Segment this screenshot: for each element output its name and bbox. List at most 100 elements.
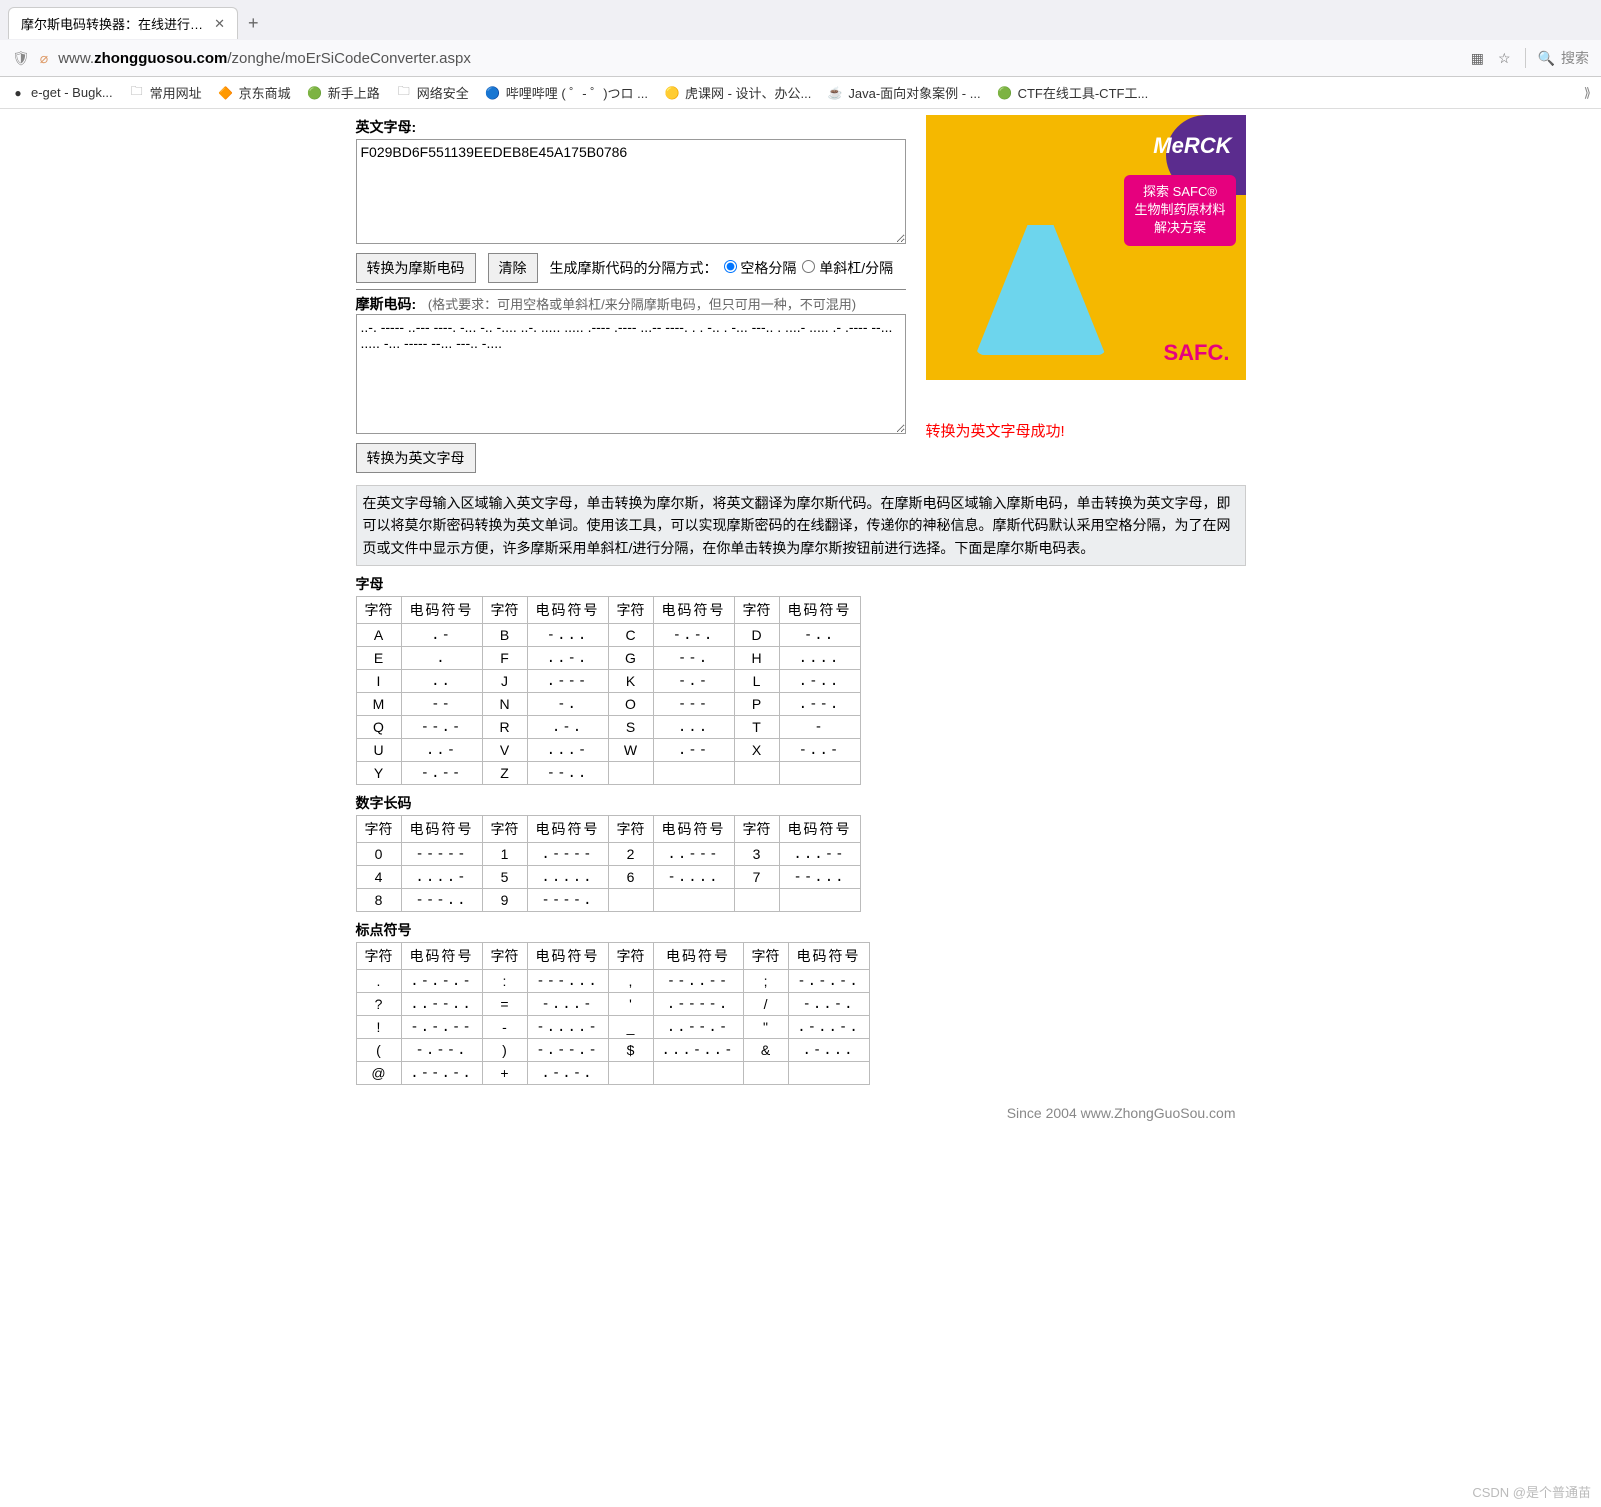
code-cell: -..- <box>779 739 860 762</box>
char-cell: , <box>608 970 653 993</box>
browser-chrome: 摩尔斯电码转换器：在线进行摩尔斯 ✕ + 🛡 ⌀ www.zhongguosou… <box>0 0 1601 77</box>
char-cell: 6 <box>608 866 653 889</box>
advertisement[interactable]: 广告✕ MeRCK 探索 SAFC® 生物制药原材料 解决方案 SAFC. <box>926 115 1246 380</box>
char-cell <box>734 889 779 912</box>
th-code: 电码符号 <box>779 597 860 624</box>
code-cell: .---- <box>527 843 608 866</box>
browser-search[interactable]: 🔍 搜索 <box>1525 48 1589 68</box>
char-cell: & <box>743 1039 788 1062</box>
th-code: 电码符号 <box>401 816 482 843</box>
code-cell: .-.. <box>779 670 860 693</box>
morse-input[interactable] <box>356 314 906 434</box>
code-cell: ---... <box>527 970 608 993</box>
tab-bar: 摩尔斯电码转换器：在线进行摩尔斯 ✕ + <box>0 0 1601 40</box>
table-row: ..-.-.-:---...,--..--;-.-.-. <box>356 970 869 993</box>
code-cell: -.-- <box>401 762 482 785</box>
char-cell: T <box>734 716 779 739</box>
char-cell <box>734 762 779 785</box>
code-cell <box>653 889 734 912</box>
char-cell: V <box>482 739 527 762</box>
ad-brand: MeRCK <box>1153 133 1231 159</box>
bookmarks-overflow-icon[interactable]: ⟫ <box>1584 85 1591 101</box>
new-tab-button[interactable]: + <box>248 13 259 34</box>
bookmark-label: 哔哩哔哩 ( ゜- ゜)つロ ... <box>506 83 648 102</box>
bookmark-item[interactable]: ●e-get - Bugk... <box>10 85 113 101</box>
ad-badge: 探索 SAFC® 生物制药原材料 解决方案 <box>1124 175 1235 246</box>
page-content: 英文字母: 转换为摩斯电码 清除 生成摩斯代码的分隔方式： 空格分隔 单斜杠/分… <box>356 109 1246 1147</box>
char-cell: ' <box>608 993 653 1016</box>
code-cell: --- <box>653 693 734 716</box>
english-label: 英文字母: <box>356 117 906 137</box>
code-cell: -...- <box>527 993 608 1016</box>
char-cell: + <box>482 1062 527 1085</box>
char-cell: 9 <box>482 889 527 912</box>
letters-table: 字符电码符号字符电码符号字符电码符号字符电码符号A.-B-...C-.-.D-.… <box>356 596 861 785</box>
bookmark-item[interactable]: 🟡虎课网 - 设计、办公... <box>664 83 811 102</box>
to-english-button[interactable]: 转换为英文字母 <box>356 443 476 473</box>
favicon-icon: 🔵 <box>485 85 501 101</box>
code-cell: .. <box>401 670 482 693</box>
morse-label: 摩斯电码: <box>356 296 417 312</box>
char-cell: ( <box>356 1039 401 1062</box>
sep-slash-option[interactable]: 单斜杠/分隔 <box>802 258 893 278</box>
code-cell: -.... <box>653 866 734 889</box>
table-row: U..-V...-W.--X-..- <box>356 739 860 762</box>
char-cell: F <box>482 647 527 670</box>
th-code: 电码符号 <box>401 943 482 970</box>
bookmark-item[interactable]: 🗀常用网址 <box>129 83 202 102</box>
char-cell <box>608 889 653 912</box>
format-hint: (格式要求：可用空格或单斜杠/来分隔摩斯电码，但只可用一种，不可混用) <box>428 297 856 312</box>
code-cell: .--. <box>779 693 860 716</box>
code-cell <box>653 1062 743 1085</box>
th-code: 电码符号 <box>653 597 734 624</box>
code-cell <box>779 762 860 785</box>
bookmark-label: 虎课网 - 设计、办公... <box>685 83 811 102</box>
shield-icon[interactable]: 🛡 <box>12 50 30 67</box>
table-row: 8---..9----. <box>356 889 860 912</box>
th-code: 电码符号 <box>527 816 608 843</box>
bookmark-item[interactable]: 🗀网络安全 <box>396 83 469 102</box>
code-cell: .--.-. <box>401 1062 482 1085</box>
char-cell: L <box>734 670 779 693</box>
th-code: 电码符号 <box>527 597 608 624</box>
folder-icon: 🗀 <box>129 85 145 101</box>
bookmark-star-icon[interactable]: ☆ <box>1498 50 1511 67</box>
bookmark-item[interactable]: 🟢CTF在线工具-CTF工... <box>997 83 1149 102</box>
url-display[interactable]: www.zhongguosou.com/zonghe/moErSiCodeCon… <box>58 50 1461 67</box>
address-bar: 🛡 ⌀ www.zhongguosou.com/zonghe/moErSiCod… <box>0 40 1601 76</box>
clear-button[interactable]: 清除 <box>488 253 538 283</box>
bookmark-item[interactable]: 🔶京东商城 <box>218 83 291 102</box>
bookmark-item[interactable]: ☕Java-面向对象案例 - ... <box>827 83 980 102</box>
sep-space-radio[interactable] <box>724 260 737 273</box>
th-char: 字符 <box>608 597 653 624</box>
char-cell <box>608 1062 653 1085</box>
table-row: E.F..-.G--.H.... <box>356 647 860 670</box>
th-char: 字符 <box>608 816 653 843</box>
sep-slash-radio[interactable] <box>802 260 815 273</box>
table-row: (-.--.)-.--.-$...-..-&.-... <box>356 1039 869 1062</box>
code-cell: -... <box>527 624 608 647</box>
code-cell: -.--. <box>401 1039 482 1062</box>
code-cell: ...-..- <box>653 1039 743 1062</box>
qr-icon[interactable]: ▦ <box>1471 50 1484 67</box>
code-cell: --... <box>779 866 860 889</box>
code-cell: .-... <box>788 1039 869 1062</box>
code-cell <box>788 1062 869 1085</box>
char-cell: W <box>608 739 653 762</box>
char-cell: C <box>608 624 653 647</box>
favicon-icon: ☕ <box>827 85 843 101</box>
char-cell: ; <box>743 970 788 993</box>
char-cell: X <box>734 739 779 762</box>
favicon-icon: 🔶 <box>218 85 234 101</box>
code-cell: .-..-. <box>788 1016 869 1039</box>
sep-space-option[interactable]: 空格分隔 <box>724 258 797 278</box>
code-cell: ..... <box>527 866 608 889</box>
browser-tab[interactable]: 摩尔斯电码转换器：在线进行摩尔斯 ✕ <box>8 7 238 39</box>
char-cell: U <box>356 739 401 762</box>
lock-off-icon[interactable]: ⌀ <box>40 50 48 67</box>
to-morse-button[interactable]: 转换为摩斯电码 <box>356 253 476 283</box>
english-input[interactable] <box>356 139 906 244</box>
bookmark-item[interactable]: 🟢新手上路 <box>307 83 380 102</box>
close-icon[interactable]: ✕ <box>214 16 225 32</box>
bookmark-item[interactable]: 🔵 哔哩哔哩 ( ゜- ゜)つロ ... <box>485 83 648 102</box>
